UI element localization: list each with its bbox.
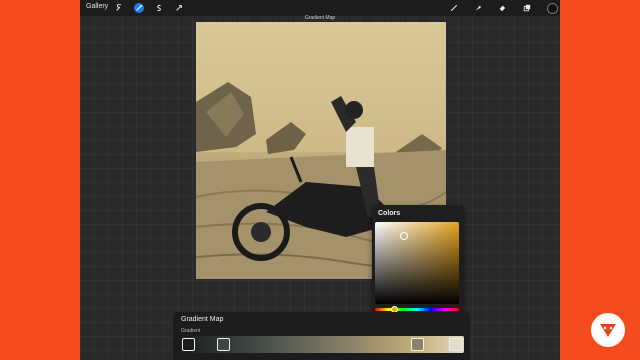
current-color-swatch[interactable] xyxy=(547,3,558,14)
gradient-label: Gradient xyxy=(181,328,201,334)
gallery-button[interactable]: Gallery xyxy=(86,3,108,10)
gradient-map-title: Gradient Map xyxy=(181,316,224,323)
top-toolbar: Gallery xyxy=(80,0,560,16)
procreate-window: Gallery Gradient Map Colors Gradient Map… xyxy=(80,0,560,360)
brush-icon[interactable] xyxy=(449,3,459,13)
gradient-stop[interactable] xyxy=(182,338,195,351)
wrench-icon[interactable] xyxy=(114,3,124,13)
hue-slider[interactable] xyxy=(375,308,459,311)
arrow-cursor-icon[interactable] xyxy=(174,3,184,13)
selection-s-icon[interactable] xyxy=(154,3,164,13)
color-picker-handle[interactable] xyxy=(400,232,408,240)
saturation-brightness-picker[interactable] xyxy=(375,222,459,304)
gradient-stop[interactable] xyxy=(217,338,230,351)
layers-icon[interactable] xyxy=(522,3,532,13)
gradient-stop[interactable] xyxy=(411,338,424,351)
gradient-stop[interactable] xyxy=(449,338,462,351)
document-title: Gradient Map xyxy=(304,15,336,21)
magic-wand-icon[interactable] xyxy=(134,3,144,13)
domestika-logo-icon xyxy=(591,313,625,347)
gradient-map-panel: Gradient Map Gradient xyxy=(173,312,470,360)
smudge-icon[interactable] xyxy=(473,3,483,13)
colors-title: Colors xyxy=(378,210,401,217)
eraser-icon[interactable] xyxy=(497,3,507,13)
